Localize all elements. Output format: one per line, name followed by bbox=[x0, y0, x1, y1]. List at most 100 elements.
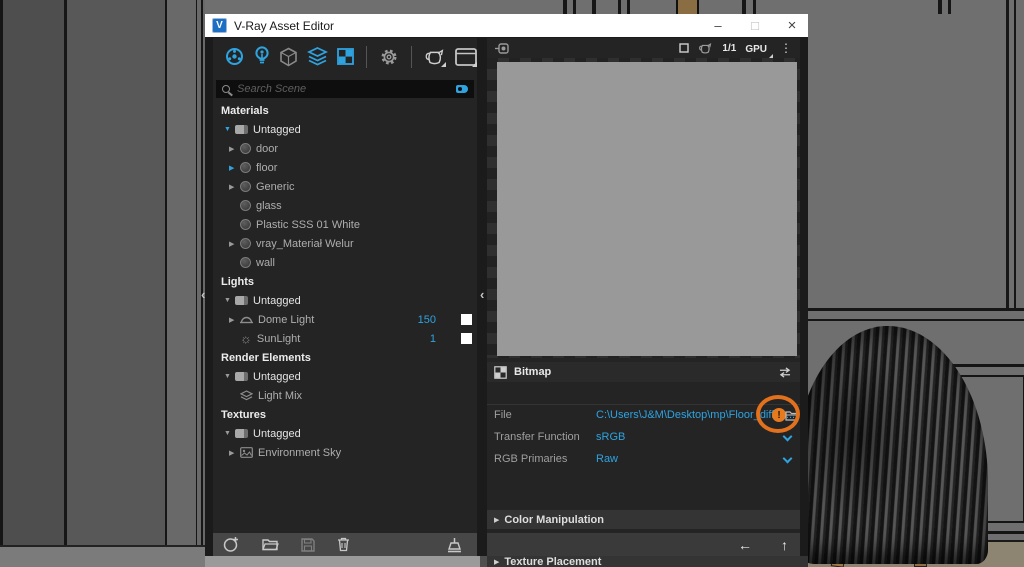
engine-selector[interactable]: GPU bbox=[745, 39, 771, 57]
expand-arrow-icon[interactable]: ▶ bbox=[229, 145, 240, 153]
tree-item-label: Plastic SSS 01 White bbox=[256, 219, 360, 231]
scene-line bbox=[592, 0, 596, 14]
filter-tags-icon[interactable] bbox=[456, 85, 468, 93]
collapse-arrow-icon[interactable]: ▼ bbox=[224, 373, 235, 380]
collapse-outliner-handle[interactable]: ‹ bbox=[480, 288, 484, 302]
back-button[interactable]: ← bbox=[738, 538, 752, 552]
chevron-down-icon[interactable] bbox=[783, 454, 793, 464]
transfer-function-label: Transfer Function bbox=[494, 431, 580, 443]
render-button[interactable] bbox=[424, 45, 446, 69]
tree-item-plastic-sss[interactable]: ▶ Plastic SSS 01 White bbox=[213, 215, 477, 234]
open-file-button[interactable] bbox=[262, 538, 279, 551]
tree-item-label: SunLight bbox=[257, 333, 300, 345]
tree-item-label: Light Mix bbox=[258, 390, 302, 402]
preview-menu-icon[interactable]: ⋮ bbox=[780, 41, 792, 55]
properties-bottom-toolbar: ← ↑ bbox=[487, 533, 800, 556]
preview-follow-selection-icon[interactable] bbox=[495, 43, 509, 54]
switch-asset-icon[interactable] bbox=[778, 367, 792, 378]
asset-properties-panel: 1/1 GPU ⋮ Bitmap ▼ Image File bbox=[487, 38, 800, 533]
tree-item-glass[interactable]: ▶ glass bbox=[213, 196, 477, 215]
settings-button[interactable] bbox=[379, 45, 399, 69]
material-sphere-icon bbox=[240, 181, 251, 192]
tree-item-generic[interactable]: ▶ Generic bbox=[213, 177, 477, 196]
collapse-arrow-icon[interactable]: ▼ bbox=[224, 126, 235, 133]
lights-category-button[interactable] bbox=[253, 45, 270, 69]
asset-toolbar bbox=[213, 38, 477, 75]
tree-item-lights-untagged[interactable]: ▼ Untagged bbox=[213, 291, 477, 310]
expand-arrow-icon[interactable]: ▶ bbox=[229, 316, 240, 324]
materials-category-button[interactable] bbox=[225, 45, 244, 69]
tree-item-label: glass bbox=[256, 200, 282, 212]
tree-item-label: Untagged bbox=[253, 124, 301, 136]
collapse-window-handle[interactable]: ‹ bbox=[201, 288, 205, 302]
rgb-primaries-label: RGB Primaries bbox=[494, 453, 567, 465]
asset-outliner-panel: Search Scene Materials ▼ Untagged ▶ door… bbox=[213, 38, 477, 533]
maximize-button[interactable]: □ bbox=[740, 14, 770, 37]
tree-item-sunlight[interactable]: ▶ ☼ SunLight 1 bbox=[213, 329, 477, 348]
preview-shape-icon[interactable] bbox=[679, 43, 689, 53]
delete-button[interactable] bbox=[337, 537, 350, 552]
chevron-down-icon[interactable] bbox=[783, 432, 793, 442]
purge-unused-button[interactable] bbox=[446, 537, 463, 553]
collapse-arrow-icon[interactable]: ▼ bbox=[224, 430, 235, 437]
tree-item-dome-light[interactable]: ▶ Dome Light 150 bbox=[213, 310, 477, 329]
light-intensity-value[interactable]: 150 bbox=[418, 314, 436, 326]
tree-item-untagged[interactable]: ▼ Untagged bbox=[213, 120, 477, 139]
expand-arrow-icon[interactable]: ▶ bbox=[229, 164, 240, 172]
minimize-button[interactable]: – bbox=[703, 14, 733, 37]
scene-line bbox=[0, 0, 3, 567]
rgb-primaries-value[interactable]: Raw bbox=[596, 453, 618, 465]
scene-line bbox=[618, 0, 621, 14]
title-bar[interactable]: V V-Ray Asset Editor – □ × bbox=[205, 14, 808, 37]
render-elements-category-button[interactable] bbox=[307, 45, 328, 69]
tree-item-environment-sky[interactable]: ▶ Environment Sky bbox=[213, 443, 477, 462]
light-intensity-value[interactable]: 1 bbox=[430, 333, 436, 345]
transfer-function-row: Transfer Function sRGB bbox=[487, 427, 800, 448]
toolbar-separator bbox=[366, 46, 367, 68]
geometry-category-button[interactable] bbox=[279, 45, 298, 69]
outliner-bottom-toolbar bbox=[213, 533, 477, 556]
tree-item-wall[interactable]: ▶ wall bbox=[213, 253, 477, 272]
tag-icon bbox=[235, 125, 248, 134]
preview-frames-label: 1/1 bbox=[722, 43, 736, 54]
tag-icon bbox=[235, 296, 248, 305]
expand-arrow-icon: ▶ bbox=[494, 558, 499, 566]
add-asset-button[interactable] bbox=[223, 536, 240, 553]
tree-item-door[interactable]: ▶ door bbox=[213, 139, 477, 158]
up-to-parent-button[interactable]: ↑ bbox=[781, 538, 788, 552]
expand-arrow-icon[interactable]: ▶ bbox=[229, 449, 240, 457]
tree-item-tex-untagged[interactable]: ▼ Untagged bbox=[213, 424, 477, 443]
frame-buffer-button[interactable] bbox=[455, 45, 477, 69]
close-button[interactable]: × bbox=[777, 14, 807, 37]
light-enabled-checkbox[interactable] bbox=[461, 314, 472, 325]
section-header-render-elements: Render Elements bbox=[213, 348, 477, 367]
save-button[interactable] bbox=[301, 538, 315, 552]
tree-item-label: floor bbox=[256, 162, 277, 174]
tree-item-light-mix[interactable]: ▶ Light Mix bbox=[213, 386, 477, 405]
light-enabled-checkbox[interactable] bbox=[461, 333, 472, 344]
scene-line bbox=[201, 0, 203, 567]
scene-wall-left-dark bbox=[0, 0, 68, 567]
search-placeholder: Search Scene bbox=[237, 83, 456, 95]
color-manipulation-section-header[interactable]: ▶ Color Manipulation bbox=[487, 510, 800, 529]
search-input[interactable]: Search Scene bbox=[216, 80, 474, 98]
preview-toolbar: 1/1 GPU ⋮ bbox=[487, 38, 800, 58]
textures-category-button[interactable] bbox=[337, 45, 354, 69]
expand-arrow-icon[interactable]: ▶ bbox=[229, 183, 240, 191]
tree-item-re-untagged[interactable]: ▼ Untagged bbox=[213, 367, 477, 386]
vray-logo-icon: V bbox=[212, 18, 227, 33]
scene-line bbox=[742, 0, 746, 14]
material-sphere-icon bbox=[240, 162, 251, 173]
tag-icon bbox=[235, 372, 248, 381]
collapse-arrow-icon[interactable]: ▼ bbox=[224, 297, 235, 304]
asset-name-header: Bitmap bbox=[487, 362, 800, 382]
preview-render-icon[interactable] bbox=[698, 43, 713, 54]
vray-asset-editor-window: V V-Ray Asset Editor – □ × bbox=[205, 14, 808, 556]
scene-wall-left-mid bbox=[67, 0, 167, 567]
tree-item-label: Untagged bbox=[253, 428, 301, 440]
scene-molding-line bbox=[808, 308, 1024, 311]
transfer-function-value[interactable]: sRGB bbox=[596, 431, 625, 443]
expand-arrow-icon[interactable]: ▶ bbox=[229, 240, 240, 248]
tree-item-floor[interactable]: ▶ floor bbox=[213, 158, 477, 177]
tree-item-vray-material-welur[interactable]: ▶ vray_Materiał Welur bbox=[213, 234, 477, 253]
